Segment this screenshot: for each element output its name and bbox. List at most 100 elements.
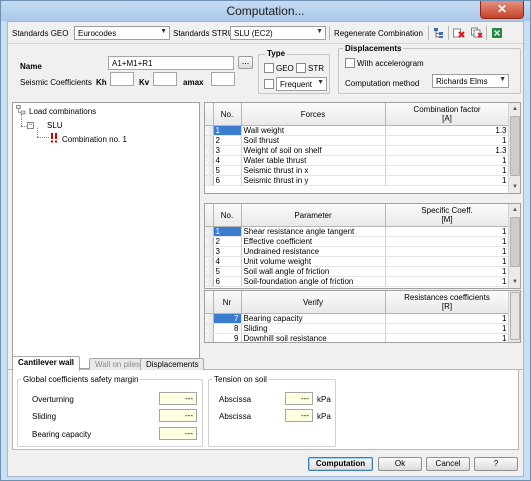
row-header [205, 276, 214, 287]
regenerate-combination-button[interactable]: Regenerate Combination [334, 29, 423, 38]
kh-input[interactable] [110, 72, 134, 86]
table-row[interactable]: 1 Shear resistance angle tangent 1 [205, 226, 510, 237]
table-row[interactable]: 7 Bearing capacity 1 [205, 313, 510, 324]
computation-button[interactable]: Computation [308, 457, 373, 471]
dialog-body: Standards GEO Eurocodes ▼ Standards STRU… [7, 21, 524, 477]
results-tabs: Cantilever wall Wall on piles Displaceme… [8, 356, 523, 371]
combination-factor-cell[interactable]: 1 [385, 155, 510, 166]
combination-warning-icon [49, 133, 59, 145]
table-row[interactable]: 6 Soil-foundation angle of friction 1 [205, 276, 510, 287]
geo-checkbox[interactable] [264, 63, 274, 73]
browse-button[interactable]: ... [238, 56, 253, 69]
parameter-name: Undrained resistance [241, 246, 386, 257]
load-combinations-tree[interactable]: Load combinations − SLU Combination no. … [12, 102, 200, 369]
chevron-down-icon: ▼ [316, 28, 323, 35]
table-row[interactable]: 5 Seismic thrust in x 1 [205, 165, 510, 176]
help-button[interactable]: ? [474, 457, 518, 471]
table-row[interactable]: 2 Effective coefficient 1 [205, 236, 510, 247]
accelerogram-checkbox[interactable] [345, 58, 355, 68]
standards-stru-select[interactable]: SLU (EC2) ▼ [230, 26, 326, 40]
table-row[interactable]: 9 Downhill soil resistance 1 [205, 333, 510, 342]
export-excel-icon[interactable] [490, 26, 504, 40]
combination-factor-cell[interactable]: 1 [385, 175, 510, 186]
row-number: 9 [213, 333, 242, 342]
abscissa-label: Abscissa [219, 395, 252, 404]
type-group-title: Type [265, 49, 288, 58]
verify-scrollbar[interactable] [508, 291, 520, 342]
frequency-select[interactable]: Frequent ▼ [276, 77, 327, 91]
column-header: No. [213, 204, 242, 227]
scroll-up-icon[interactable]: ▲ [509, 204, 520, 216]
frequency-checkbox[interactable] [264, 79, 274, 89]
combination-factor-cell[interactable]: 1.3 [385, 125, 510, 136]
kv-input[interactable] [153, 72, 177, 86]
verify-name: Bearing capacity [241, 313, 386, 324]
specific-coeff-cell[interactable]: 1 [385, 256, 510, 267]
scroll-down-icon[interactable]: ▼ [509, 276, 520, 288]
chevron-down-icon: ▼ [499, 76, 506, 83]
delete-all-icon[interactable] [470, 26, 484, 40]
displacements-group: Displacements With accelerogram Computat… [338, 44, 521, 94]
tree-item-load-combinations[interactable]: Load combinations [16, 105, 96, 117]
column-header: Specific Coeff. [M] [385, 204, 510, 227]
tree-item-slu[interactable]: − SLU [27, 121, 63, 130]
row-number: 5 [213, 165, 242, 176]
table-row[interactable]: 4 Unit volume weight 1 [205, 256, 510, 267]
amax-input[interactable] [211, 72, 235, 86]
column-header: No. [213, 103, 242, 126]
specific-coeff-cell[interactable]: 1 [385, 246, 510, 257]
cancel-button[interactable]: Cancel [426, 457, 470, 471]
str-label: STR [308, 64, 324, 73]
specific-coeff-cell[interactable]: 1 [385, 276, 510, 287]
table-row[interactable]: 1 Wall weight 1.3 [205, 125, 510, 136]
resistance-coeff-cell[interactable]: 1 [385, 333, 510, 342]
combination-factor-cell[interactable]: 1 [385, 135, 510, 146]
table-row[interactable]: 5 Soil wall angle of friction 1 [205, 266, 510, 277]
table-row[interactable]: 6 Seismic thrust in y 1 [205, 175, 510, 186]
delete-x-icon[interactable] [452, 26, 466, 40]
tree-settings-icon[interactable] [432, 26, 446, 40]
name-input[interactable]: A1+M1+R1 [108, 56, 234, 70]
parameter-name: Shear resistance angle tangent [241, 226, 386, 237]
specific-coeff-cell[interactable]: 1 [385, 236, 510, 247]
specific-coeff-cell[interactable]: 1 [385, 266, 510, 277]
computation-method-select[interactable]: Richards Elms ▼ [432, 74, 509, 88]
resistance-coeff-cell[interactable]: 1 [385, 323, 510, 334]
tree-item-combination-1[interactable]: Combination no. 1 [49, 133, 127, 145]
standards-geo-select[interactable]: Eurocodes ▼ [74, 26, 170, 40]
resistance-coeff-cell[interactable]: 1 [385, 313, 510, 324]
combination-factor-cell[interactable]: 1.3 [385, 145, 510, 156]
amax-label: amax [183, 78, 204, 87]
tree-item-label: SLU [47, 121, 63, 130]
close-button[interactable]: ✕ [480, 1, 524, 19]
specific-coeff-cell[interactable]: 1 [385, 226, 510, 237]
bearing-capacity-label: Bearing capacity [32, 430, 92, 439]
tension-on-soil-group: Tension on soil Abscissa --- kPa Absciss… [208, 375, 336, 447]
row-header [205, 246, 214, 257]
seismic-coefficients-label: Seismic Coefficients [20, 78, 92, 87]
collapse-icon[interactable]: − [27, 122, 34, 129]
column-header: Resistances coefficients [R] [385, 291, 510, 314]
parameter-name: Soil wall angle of friction [241, 266, 386, 277]
scroll-down-icon[interactable]: ▼ [509, 181, 520, 193]
table-row[interactable]: 4 Water table thrust 1 [205, 155, 510, 166]
row-number: 4 [213, 155, 242, 166]
table-row[interactable]: 3 Undrained resistance 1 [205, 246, 510, 257]
accelerogram-label: With accelerogram [357, 59, 424, 68]
tab-cantilever-wall[interactable]: Cantilever wall [12, 356, 81, 371]
parameters-scrollbar[interactable]: ▲ ▼ [508, 204, 520, 288]
scroll-up-icon[interactable]: ▲ [509, 103, 520, 115]
scroll-thumb[interactable] [510, 292, 520, 340]
table-row[interactable]: 2 Soil thrust 1 [205, 135, 510, 146]
forces-scrollbar[interactable]: ▲ ▼ [508, 103, 520, 193]
table-row[interactable]: 3 Weight of soil on shelf 1.3 [205, 145, 510, 156]
displacements-group-title: Displacements [343, 44, 404, 53]
ok-button[interactable]: Ok [378, 457, 422, 471]
table-row[interactable]: 8 Sliding 1 [205, 323, 510, 334]
str-checkbox[interactable] [296, 63, 306, 73]
folder-tree-icon [16, 105, 26, 117]
scroll-thumb[interactable] [510, 116, 520, 176]
forces-table: No. Forces Combination factor [A] 1 Wall… [204, 102, 521, 194]
scroll-thumb[interactable] [510, 217, 520, 267]
combination-factor-cell[interactable]: 1 [385, 165, 510, 176]
